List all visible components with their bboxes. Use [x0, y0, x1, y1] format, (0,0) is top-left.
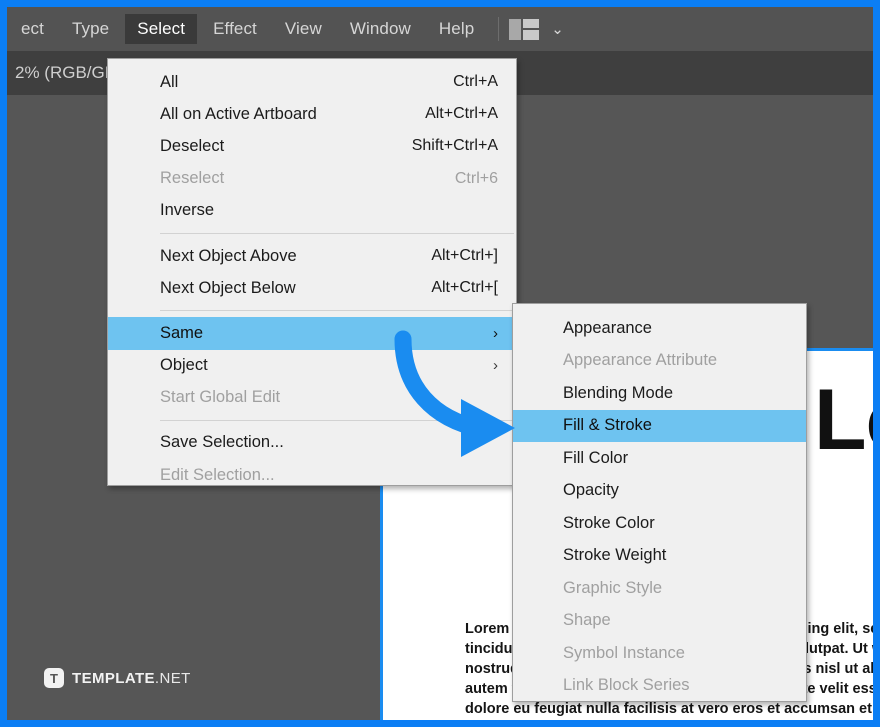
- menu-item-deselect[interactable]: Deselect Shift+Ctrl+A: [108, 130, 516, 162]
- menu-item-label: Save Selection...: [160, 433, 284, 452]
- menu-item-label: Start Global Edit: [160, 388, 281, 407]
- menu-item-all-on-active-artboard[interactable]: All on Active Artboard Alt+Ctrl+A: [108, 98, 516, 130]
- menu-bar-items: ect Type Select Effect View Window Help …: [7, 7, 564, 51]
- menu-item-reselect: Reselect Ctrl+6: [108, 163, 516, 195]
- menu-item-save-selection[interactable]: Save Selection...: [108, 427, 516, 459]
- menu-item-label: Same: [160, 323, 204, 342]
- menu-item-label: Object: [160, 356, 208, 375]
- menu-item-label: Stroke Weight: [563, 546, 667, 565]
- same-submenu-dropdown[interactable]: Appearance Appearance Attribute Blending…: [512, 303, 807, 702]
- menu-item-shortcut: Alt+Ctrl+[: [431, 279, 498, 297]
- watermark-name: TEMPLATE: [72, 669, 155, 687]
- menu-help[interactable]: Help: [427, 14, 486, 44]
- submenu-item-graphic-style: Graphic Style: [513, 572, 806, 605]
- submenu-item-link-block-series: Link Block Series: [513, 670, 806, 703]
- menu-item-label: All on Active Artboard: [160, 104, 317, 123]
- watermark: T TEMPLATE.NET: [44, 668, 191, 688]
- menu-item-label: Next Object Above: [160, 246, 297, 265]
- menu-bar: ect Type Select Effect View Window Help …: [7, 7, 873, 51]
- body-line: dolore eu feugiat nulla facilisis at ver…: [465, 701, 873, 717]
- menu-item-edit-selection: Edit Selection...: [108, 459, 516, 491]
- menu-item-shortcut: Ctrl+A: [453, 73, 498, 91]
- template-logo-icon: T: [44, 668, 64, 688]
- illustrator-app-window: ect Type Select Effect View Window Help …: [7, 7, 873, 720]
- menu-item-label: Symbol Instance: [563, 643, 685, 662]
- menu-item-label: Reselect: [160, 169, 225, 188]
- menu-effect[interactable]: Effect: [201, 14, 269, 44]
- menu-item-label: Shape: [563, 611, 611, 630]
- menu-item-label: Opacity: [563, 481, 619, 500]
- submenu-item-shape: Shape: [513, 605, 806, 638]
- menu-item-shortcut: Alt+Ctrl+]: [431, 247, 498, 265]
- submenu-item-stroke-color[interactable]: Stroke Color: [513, 507, 806, 540]
- menu-item-next-object-below[interactable]: Next Object Below Alt+Ctrl+[: [108, 272, 516, 304]
- menu-item-shortcut: Shift+Ctrl+A: [411, 137, 498, 155]
- menu-item-label: Fill Color: [563, 448, 629, 467]
- menu-separator: [160, 419, 514, 421]
- menu-separator: [160, 310, 514, 312]
- menu-item-label: Graphic Style: [563, 578, 663, 597]
- watermark-text: TEMPLATE.NET: [72, 670, 191, 687]
- submenu-item-opacity[interactable]: Opacity: [513, 475, 806, 508]
- document-zoom-status: 2% (RGB/GP: [15, 63, 117, 82]
- menu-item-label: Stroke Color: [563, 513, 655, 532]
- screenshot-frame: ect Type Select Effect View Window Help …: [0, 0, 880, 727]
- menu-item-label: Deselect: [160, 136, 225, 155]
- menu-item-label: Link Block Series: [563, 676, 690, 695]
- menu-window[interactable]: Window: [338, 14, 423, 44]
- artboard-heading: Lorem Ipsum: [814, 372, 873, 468]
- submenu-item-stroke-weight[interactable]: Stroke Weight: [513, 540, 806, 573]
- chevron-right-icon: ›: [493, 357, 498, 375]
- menu-item-label: Blending Mode: [563, 383, 674, 402]
- workspace-layout-icon[interactable]: [509, 18, 540, 40]
- menu-item-shortcut: Ctrl+6: [454, 169, 498, 187]
- menu-item-next-object-above[interactable]: Next Object Above Alt+Ctrl+]: [108, 240, 516, 272]
- watermark-suffix: .NET: [154, 669, 191, 687]
- select-menu-dropdown[interactable]: All Ctrl+A All on Active Artboard Alt+Ct…: [107, 58, 517, 486]
- menu-item-label: Fill & Stroke: [563, 416, 652, 435]
- submenu-item-blending-mode[interactable]: Blending Mode: [513, 377, 806, 410]
- menu-item-start-global-edit: Start Global Edit: [108, 382, 516, 414]
- submenu-item-appearance[interactable]: Appearance: [513, 312, 806, 345]
- menu-type[interactable]: Type: [60, 14, 121, 44]
- submenu-item-symbol-instance: Symbol Instance: [513, 637, 806, 670]
- menu-item-shortcut: Alt+Ctrl+A: [425, 105, 498, 123]
- menu-item-inverse[interactable]: Inverse: [108, 195, 516, 227]
- submenu-item-fill-and-stroke[interactable]: Fill & Stroke: [513, 409, 806, 442]
- menu-view[interactable]: View: [273, 14, 334, 44]
- menu-separator: [160, 232, 514, 234]
- chevron-down-icon[interactable]: ⌄: [551, 22, 564, 37]
- submenu-item-appearance-attribute: Appearance Attribute: [513, 345, 806, 378]
- menu-item-label: Appearance Attribute: [563, 351, 718, 370]
- menu-item-label: Inverse: [160, 201, 215, 220]
- menu-select[interactable]: Select: [125, 14, 198, 44]
- menu-item-all[interactable]: All Ctrl+A: [108, 66, 516, 98]
- chevron-right-icon: ›: [493, 324, 498, 342]
- menu-item-label: Next Object Below: [160, 278, 296, 297]
- menu-object[interactable]: ect: [9, 14, 56, 44]
- menu-item-label: All: [160, 72, 179, 91]
- menu-item-label: Edit Selection...: [160, 465, 275, 484]
- menu-item-object[interactable]: Object ›: [108, 350, 516, 382]
- menu-item-label: Appearance: [563, 318, 652, 337]
- menu-item-same[interactable]: Same ›: [108, 317, 516, 350]
- submenu-item-fill-color[interactable]: Fill Color: [513, 442, 806, 475]
- menu-bar-divider: [498, 17, 500, 41]
